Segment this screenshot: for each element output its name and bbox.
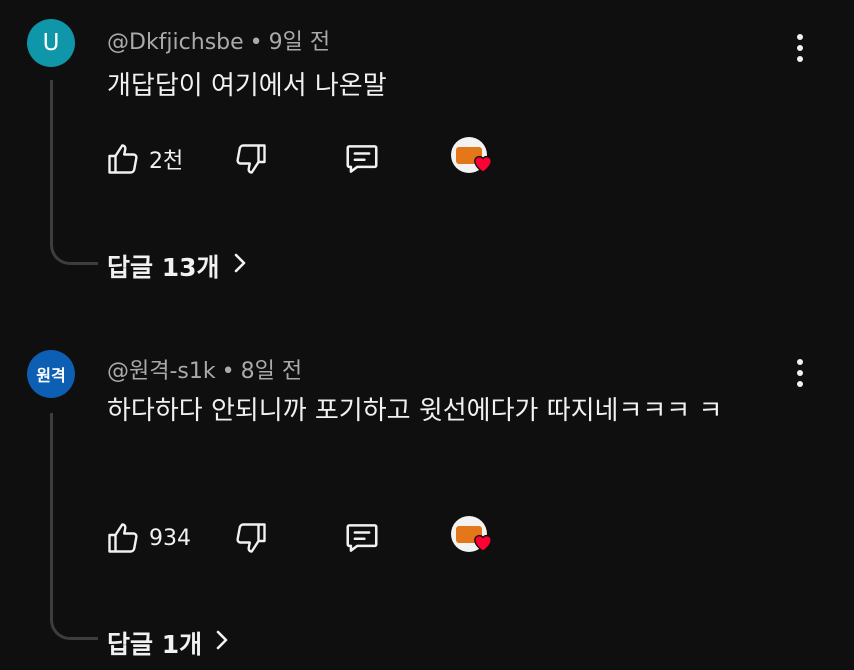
like-button[interactable]: 934 — [105, 518, 191, 558]
like-count: 934 — [149, 525, 191, 551]
view-replies-button[interactable]: 답글 1개 — [107, 625, 230, 661]
creator-heart-icon — [472, 532, 494, 552]
comment-text: 개답답이 여기에서 나온말 — [107, 71, 387, 101]
chevron-right-icon — [202, 628, 230, 658]
reply-comment-icon — [343, 519, 381, 557]
comment-meta: @원격-s1k • 8일 전 — [107, 353, 302, 385]
avatar[interactable]: U — [27, 19, 75, 67]
separator-dot: • — [249, 30, 263, 55]
comment-thread: U @Dkfjichsbe • 9일 전 개답답이 여기에서 나온말 2천 답글… — [0, 0, 854, 300]
comment-time[interactable]: 9일 전 — [269, 30, 330, 55]
replies-label: 답글 13개 — [107, 253, 220, 282]
reply-button[interactable] — [343, 518, 381, 558]
more-vert-icon[interactable] — [790, 28, 810, 68]
avatar[interactable]: 원격 — [27, 350, 75, 398]
thumbs-up-icon — [105, 519, 141, 557]
creator-heart — [451, 137, 497, 177]
thumbs-down-icon — [233, 519, 269, 557]
replies-label: 답글 1개 — [107, 630, 203, 659]
view-replies-button[interactable]: 답글 13개 — [107, 248, 248, 284]
reply-comment-icon — [343, 140, 381, 178]
more-vert-icon[interactable] — [790, 353, 810, 393]
creator-heart-icon — [472, 153, 494, 173]
dislike-button[interactable] — [233, 518, 269, 558]
comment-time[interactable]: 8일 전 — [241, 359, 302, 384]
like-button[interactable]: 2천 — [105, 139, 183, 179]
dislike-button[interactable] — [233, 139, 269, 179]
thread-line — [50, 80, 98, 265]
comment-actions: 2천 — [105, 137, 525, 179]
like-count: 2천 — [149, 149, 184, 174]
comment-thread: 원격 @원격-s1k • 8일 전 하다하다 안되니까 포기하고 윗선에다가 따지네… — [0, 330, 854, 670]
chevron-right-icon — [220, 251, 248, 281]
comment-actions: 934 — [105, 516, 525, 558]
creator-heart — [451, 516, 497, 556]
comment-meta: @Dkfjichsbe • 9일 전 — [107, 24, 330, 56]
thread-line — [50, 413, 98, 640]
thumbs-up-icon — [105, 140, 141, 178]
separator-dot: • — [221, 359, 235, 384]
author-handle[interactable]: @Dkfjichsbe — [107, 30, 244, 55]
thumbs-down-icon — [233, 140, 269, 178]
comment-text: 하다하다 안되니까 포기하고 윗선에다가 따지네ㅋㅋㅋ ㅋ — [107, 396, 723, 426]
reply-button[interactable] — [343, 139, 381, 179]
author-handle[interactable]: @원격-s1k — [107, 359, 216, 384]
